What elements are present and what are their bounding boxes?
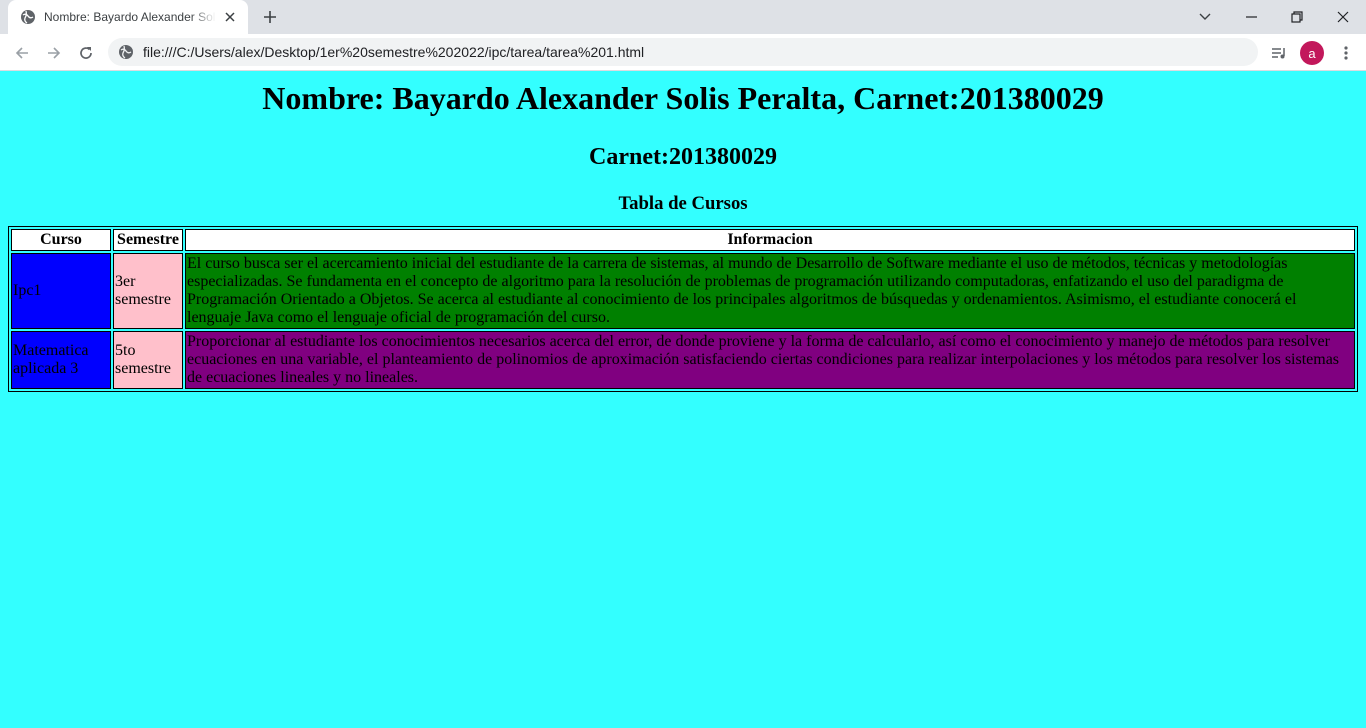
table-row: Matematica aplicada 3 5to semestre Propo… [11,331,1355,389]
browser-tab[interactable]: Nombre: Bayardo Alexander Solis Peralta,… [8,0,248,34]
cell-informacion: Proporcionar al estudiante los conocimie… [185,331,1355,389]
kebab-menu-icon[interactable] [1332,39,1360,67]
url-text[interactable]: file:///C:/Users/alex/Desktop/1er%20seme… [143,44,644,60]
globe-icon[interactable] [118,44,134,60]
carnet-heading: Carnet:201380029 [589,144,777,170]
reload-icon[interactable] [72,39,100,67]
avatar[interactable]: a [1300,41,1324,65]
table-heading: Tabla de Cursos [618,193,748,214]
cell-semestre: 5to semestre [113,331,183,389]
arrow-right-icon[interactable] [40,39,68,67]
column-header-curso: Curso [11,229,111,251]
arrow-left-icon[interactable] [8,39,36,67]
restore-icon[interactable] [1274,0,1320,34]
address-bar[interactable]: file:///C:/Users/alex/Desktop/1er%20seme… [108,38,1258,66]
browser-toolbar: file:///C:/Users/alex/Desktop/1er%20seme… [0,34,1366,71]
cell-curso: Ipc1 [11,253,111,329]
cell-informacion: El curso busca ser el acercamiento inici… [185,253,1355,329]
chevron-down-icon[interactable] [1182,0,1228,34]
tab-strip: Nombre: Bayardo Alexander Solis Peralta,… [0,0,1366,34]
minimize-icon[interactable] [1228,0,1274,34]
page-content: Nombre: Bayardo Alexander Solis Peralta,… [0,71,1366,728]
close-icon[interactable] [1320,0,1366,34]
page-title: Nombre: Bayardo Alexander Solis Peralta,… [262,80,1104,116]
media-queue-icon[interactable] [1265,39,1293,67]
cell-semestre: 3er semestre [113,253,183,329]
plus-icon[interactable] [258,6,282,28]
cell-curso: Matematica aplicada 3 [11,331,111,389]
tab-title: Nombre: Bayardo Alexander Solis Peralta,… [44,10,216,24]
table-row: Ipc1 3er semestre El curso busca ser el … [11,253,1355,329]
table-header-row: Curso Semestre Informacion [11,229,1355,251]
courses-table: Curso Semestre Informacion Ipc1 3er seme… [8,226,1358,392]
close-icon[interactable] [222,9,238,25]
globe-icon [20,9,36,25]
column-header-semestre: Semestre [113,229,183,251]
column-header-informacion: Informacion [185,229,1355,251]
